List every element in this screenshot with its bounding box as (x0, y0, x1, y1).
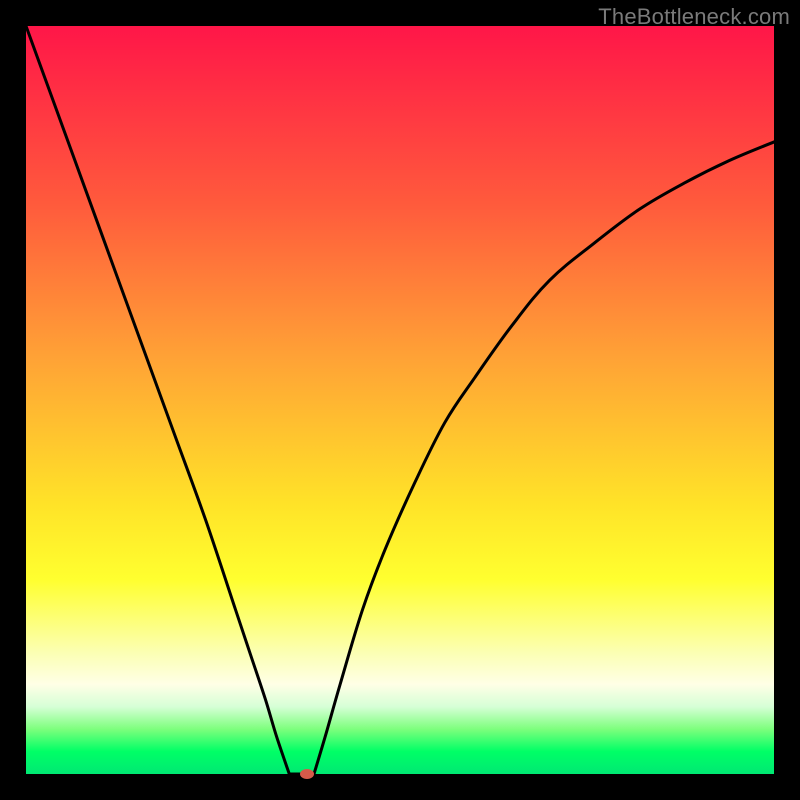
chart-area (26, 26, 774, 774)
curve-svg (26, 26, 774, 774)
bottleneck-curve (26, 26, 774, 774)
bottleneck-marker (300, 769, 314, 779)
